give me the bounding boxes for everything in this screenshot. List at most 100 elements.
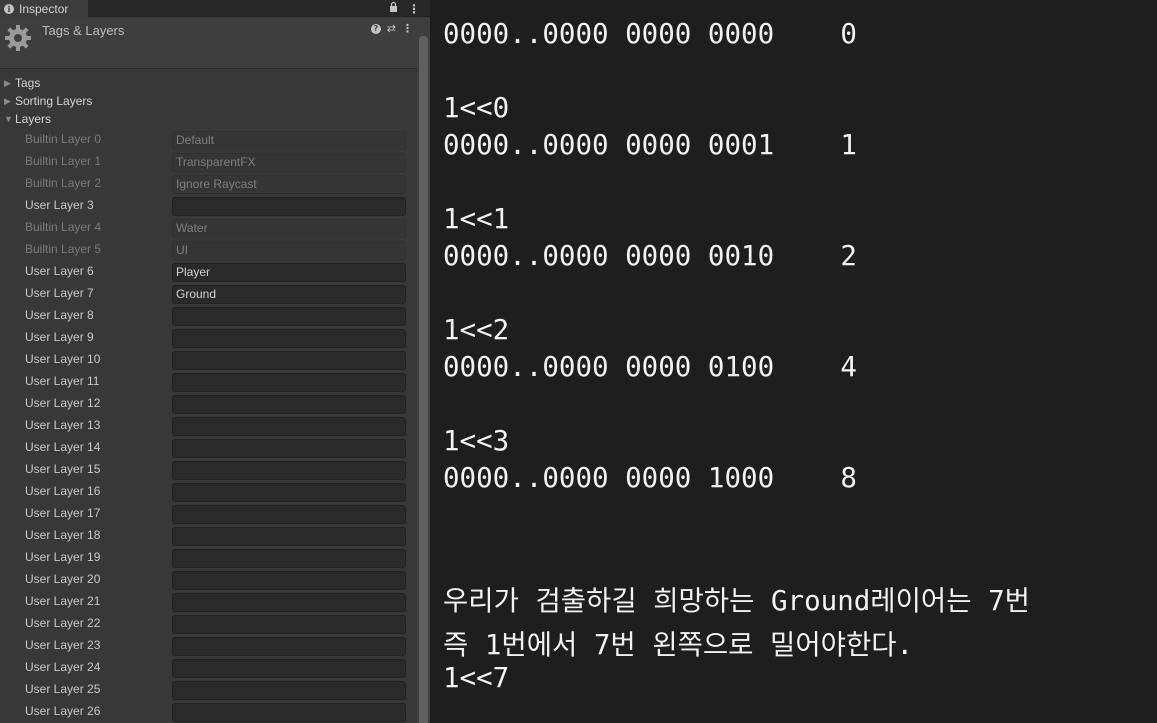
layer-label: User Layer 8 <box>25 308 94 322</box>
layer-row: Builtin Layer 2 Ignore Raycast <box>15 173 417 195</box>
layer-name-field[interactable] <box>172 549 406 568</box>
tab-actions: ⋮ <box>389 0 420 17</box>
layer-row: User Layer 15 <box>15 459 417 481</box>
layer-row: User Layer 3 <box>15 195 417 217</box>
help-icon[interactable]: ? <box>370 23 381 34</box>
layer-name-field: Water <box>172 219 406 238</box>
layer-name-field[interactable] <box>172 329 406 348</box>
layer-name-field[interactable]: Player <box>172 263 406 282</box>
layer-label: User Layer 13 <box>25 418 101 432</box>
foldout-label: Tags <box>15 76 41 90</box>
layer-name-field[interactable] <box>172 351 406 370</box>
layer-name-field[interactable] <box>172 571 406 590</box>
layer-row: User Layer 18 <box>15 525 417 547</box>
note-line: 1<<7 <box>443 662 510 694</box>
layer-label: User Layer 22 <box>25 616 101 630</box>
layer-label: User Layer 12 <box>25 396 101 410</box>
layer-label: User Layer 11 <box>25 374 100 388</box>
layer-label: Builtin Layer 4 <box>25 220 102 234</box>
layer-name-field[interactable] <box>172 681 406 700</box>
layer-label: User Layer 26 <box>25 704 101 718</box>
layer-name-field[interactable] <box>172 593 406 612</box>
layer-row: User Layer 7 Ground <box>15 283 417 305</box>
layer-row: User Layer 6 Player <box>15 261 417 283</box>
layer-name-field[interactable] <box>172 703 406 722</box>
layer-label: User Layer 16 <box>25 484 101 498</box>
layer-label: User Layer 7 <box>25 286 94 300</box>
tab-label: Inspector <box>19 2 69 16</box>
layer-name-field[interactable] <box>172 615 406 634</box>
gear-icon <box>5 25 31 51</box>
layer-row: User Layer 21 <box>15 591 417 613</box>
scrollbar[interactable] <box>417 18 430 723</box>
layer-label: User Layer 21 <box>25 594 101 608</box>
foldout-tags[interactable]: ▶ Tags <box>0 74 417 92</box>
layer-row: User Layer 16 <box>15 481 417 503</box>
layers-list: Builtin Layer 0 Default Builtin Layer 1 Tra… <box>15 129 417 723</box>
layer-name-field[interactable] <box>172 483 406 502</box>
more-options-icon[interactable]: ⋮ <box>402 22 413 35</box>
layer-row: User Layer 20 <box>15 569 417 591</box>
layer-label: User Layer 20 <box>25 572 101 586</box>
layer-name-field[interactable] <box>172 373 406 392</box>
layer-name-field: UI <box>172 241 406 260</box>
note-line: 우리가 검출하길 희망하는 Ground레이어는 7번 <box>443 585 1030 617</box>
note-line: 0000..0000 0000 0100 4 <box>443 351 857 383</box>
layer-row: User Layer 22 <box>15 613 417 635</box>
layer-row: User Layer 13 <box>15 415 417 437</box>
note-line: 1<<2 <box>443 314 510 346</box>
layer-label: User Layer 15 <box>25 462 101 476</box>
foldout-label: Sorting Layers <box>15 94 93 108</box>
layer-label: User Layer 3 <box>25 198 94 212</box>
preset-icon[interactable]: ⇄ <box>387 22 396 35</box>
layer-row: User Layer 17 <box>15 503 417 525</box>
layer-name-field[interactable] <box>172 505 406 524</box>
layer-label: Builtin Layer 2 <box>25 176 102 190</box>
layer-name-field[interactable] <box>172 527 406 546</box>
lock-icon[interactable] <box>389 1 398 15</box>
layer-row: User Layer 23 <box>15 635 417 657</box>
note-line: 0000..0000 0000 0010 2 <box>443 240 857 272</box>
layer-name-field[interactable] <box>172 659 406 678</box>
layer-name-field[interactable] <box>172 461 406 480</box>
layer-row: User Layer 19 <box>15 547 417 569</box>
layer-label: Builtin Layer 0 <box>25 132 102 146</box>
layer-label: Builtin Layer 1 <box>25 154 102 168</box>
layer-row: User Layer 24 <box>15 657 417 679</box>
note-line: 0000..0000 0000 1000 8 <box>443 462 857 494</box>
layer-name-field[interactable]: Ground <box>172 285 406 304</box>
foldout-list: ▶ Tags ▶ Sorting Layers ▼ Layers <box>0 74 417 128</box>
note-line: 1<<0 <box>443 92 510 124</box>
notes-panel: 0000..0000 0000 0000 0 1<<0 0000..0000 000… <box>430 0 1157 723</box>
layer-row: User Layer 10 <box>15 349 417 371</box>
layer-name-field: TransparentFX <box>172 153 406 172</box>
foldout-sorting-layers[interactable]: ▶ Sorting Layers <box>0 92 417 110</box>
layer-row: User Layer 25 <box>15 679 417 701</box>
layer-row: Builtin Layer 5 UI <box>15 239 417 261</box>
layer-name-field[interactable] <box>172 307 406 326</box>
layer-row: Builtin Layer 1 TransparentFX <box>15 151 417 173</box>
tab-inspector[interactable]: i Inspector <box>0 0 88 18</box>
layer-row: User Layer 14 <box>15 437 417 459</box>
layer-label: User Layer 19 <box>25 550 101 564</box>
more-options-icon[interactable]: ⋮ <box>408 2 420 16</box>
note-line: 0000..0000 0000 0001 1 <box>443 129 857 161</box>
layer-name-field[interactable] <box>172 197 406 216</box>
chevron-down-icon: ▼ <box>4 114 13 124</box>
layer-name-field[interactable] <box>172 395 406 414</box>
layer-name-field[interactable] <box>172 637 406 656</box>
layer-row: User Layer 9 <box>15 327 417 349</box>
header-actions: ? ⇄ ⋮ <box>370 22 413 35</box>
layer-row: User Layer 11 <box>15 371 417 393</box>
inspector-panel: i Inspector ⋮ Tags & Layers ? ⇄ ⋮ ▶ Tags… <box>0 0 430 723</box>
layer-label: User Layer 9 <box>25 330 94 344</box>
layer-label: User Layer 18 <box>25 528 101 542</box>
foldout-layers[interactable]: ▼ Layers <box>0 110 417 128</box>
layer-name-field: Ignore Raycast <box>172 175 406 194</box>
scrollbar-thumb[interactable] <box>419 36 428 723</box>
note-line: 0000..0000 0000 0000 0 <box>443 18 857 50</box>
tab-bar: i Inspector ⋮ <box>0 0 430 18</box>
layer-name-field[interactable] <box>172 417 406 436</box>
layer-row: User Layer 8 <box>15 305 417 327</box>
layer-name-field[interactable] <box>172 439 406 458</box>
